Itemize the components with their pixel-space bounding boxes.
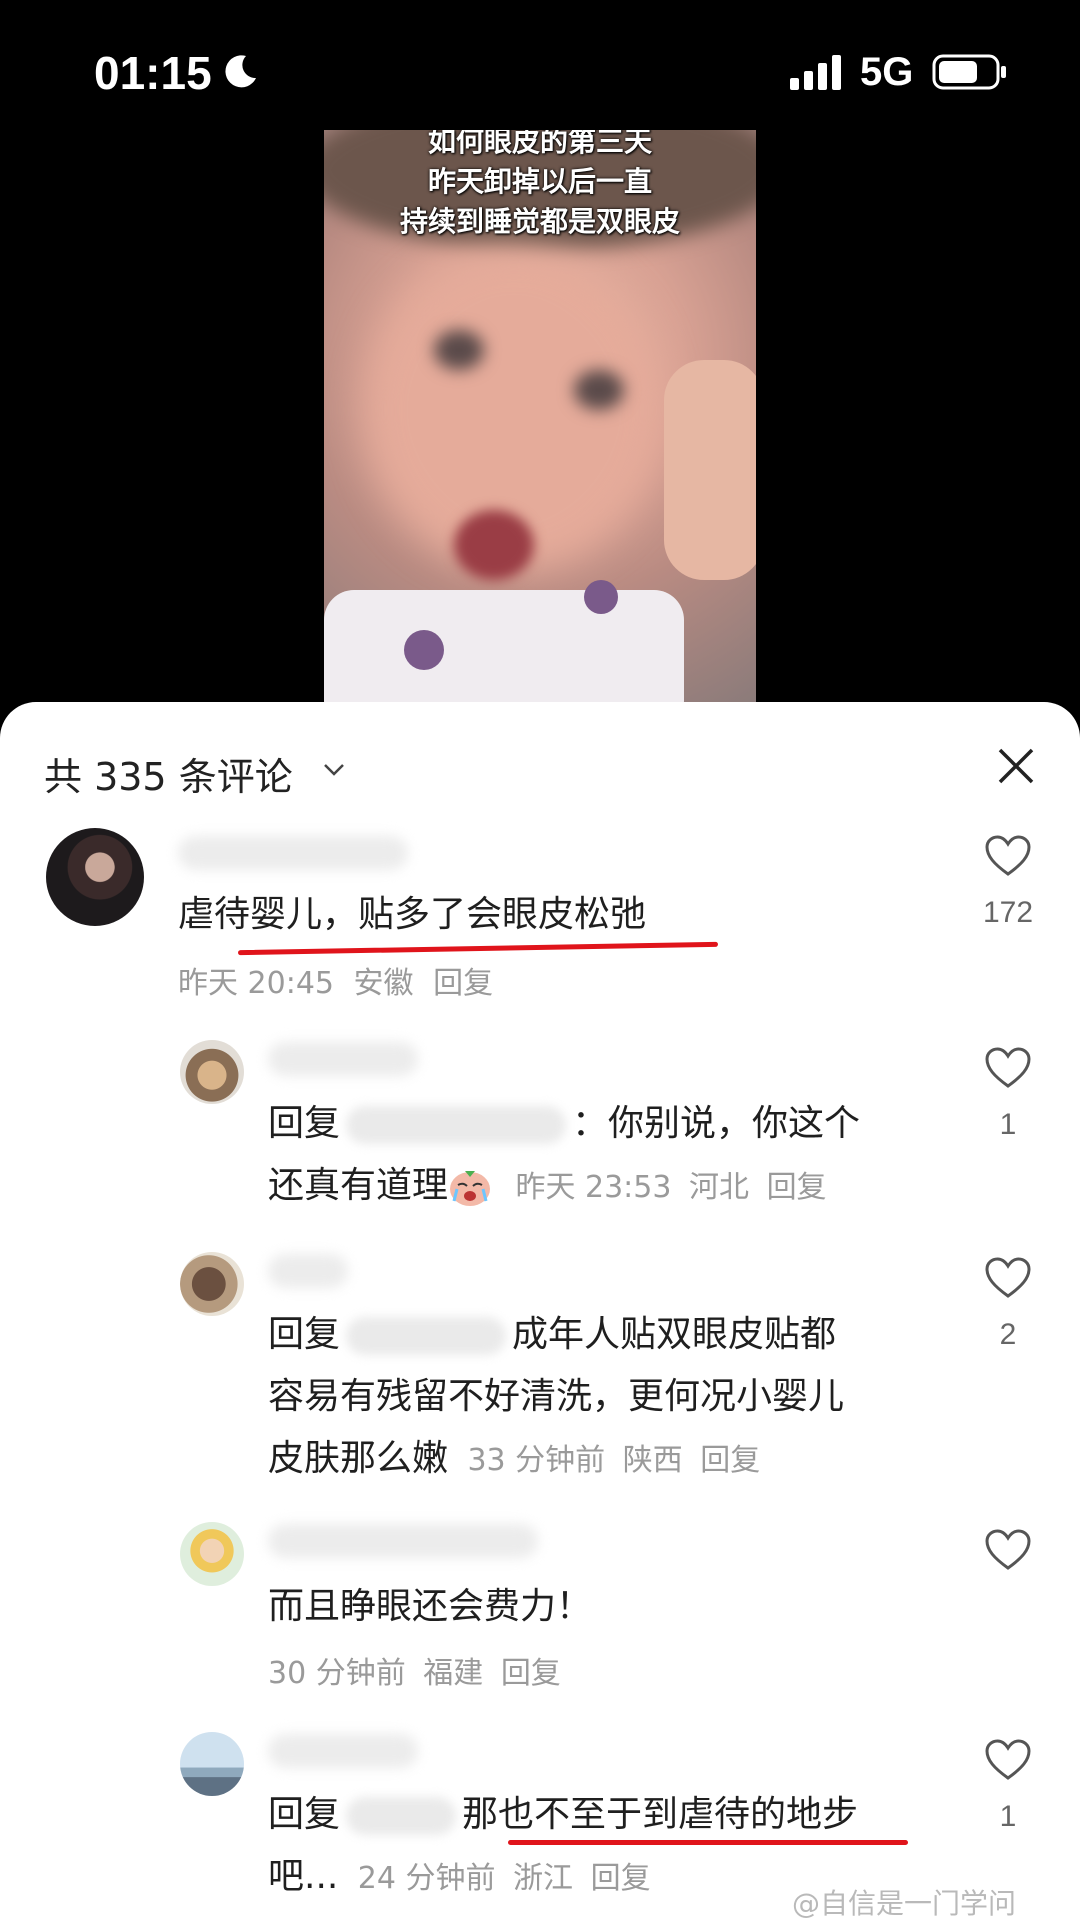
reply-prefix: 回复 bbox=[268, 1103, 341, 1144]
battery-icon bbox=[932, 54, 1006, 90]
reply-button[interactable]: 回复 bbox=[433, 966, 493, 1001]
comment-location: 浙江 bbox=[513, 1861, 574, 1896]
username-blurred[interactable] bbox=[268, 1042, 418, 1076]
video-caption-line: 持续到睡觉都是双眼皮 bbox=[399, 205, 680, 238]
like-count: 1 bbox=[999, 1800, 1017, 1833]
like-heart-icon[interactable] bbox=[984, 1046, 1032, 1090]
like-heart-icon[interactable] bbox=[984, 834, 1032, 878]
like-heart-icon[interactable] bbox=[984, 1738, 1032, 1782]
comment-text-line: 吧... bbox=[268, 1856, 339, 1897]
comment-location: 安徽 bbox=[353, 966, 414, 1001]
avatar[interactable] bbox=[180, 1522, 244, 1586]
comment-text: 还真有道理 昨天 23:53 河北 回复 bbox=[268, 1155, 827, 1219]
highlight-underline bbox=[508, 1840, 908, 1845]
watermark: @自信是一门学问 bbox=[792, 1887, 1017, 1920]
comment-text: 而且睁眼还会费力！ bbox=[268, 1586, 593, 1627]
comment-text-line: 皮肤那么嫩 bbox=[268, 1438, 449, 1479]
moon-icon bbox=[225, 55, 256, 88]
video-caption-line: 如何眼皮的第三天 bbox=[427, 130, 652, 158]
username-blurred[interactable] bbox=[178, 836, 408, 870]
like-heart-icon[interactable] bbox=[984, 1256, 1032, 1300]
reply-button[interactable]: 回复 bbox=[501, 1656, 561, 1691]
comment-text-line: 还真有道理 bbox=[268, 1165, 449, 1206]
comment-text-line: 成年人贴双眼皮贴都 bbox=[512, 1314, 837, 1355]
comment-time: 33 分钟前 bbox=[467, 1443, 606, 1478]
avatar[interactable] bbox=[180, 1040, 244, 1104]
video-caption-line: 昨天卸掉以后一直 bbox=[427, 165, 652, 198]
comment-text-line: 容易有残留不好清洗，更何况小婴儿 bbox=[268, 1376, 845, 1417]
reply-target-blurred[interactable] bbox=[346, 1797, 457, 1835]
comment-text-line: 那也不至于到虐待的地步 bbox=[462, 1794, 859, 1835]
reply-prefix: 回复 bbox=[268, 1314, 341, 1355]
username-blurred[interactable] bbox=[268, 1254, 348, 1288]
avatar[interactable] bbox=[180, 1732, 244, 1796]
network-type: 5G bbox=[860, 50, 914, 94]
comment-location: 福建 bbox=[423, 1656, 484, 1691]
reply-button[interactable]: 回复 bbox=[591, 1861, 651, 1896]
comment-time: 昨天 23:53 bbox=[515, 1170, 672, 1205]
comment-text: 虐待婴儿，贴多了会眼皮松弛 bbox=[178, 894, 647, 935]
comment-location: 河北 bbox=[689, 1170, 750, 1205]
close-icon[interactable] bbox=[994, 744, 1038, 788]
like-count: 172 bbox=[982, 896, 1034, 929]
video-player[interactable]: 如何眼皮的第三天 昨天卸掉以后一直 持续到睡觉都是双眼皮 bbox=[324, 130, 756, 702]
username-blurred[interactable] bbox=[268, 1524, 538, 1558]
crying-emoji-icon bbox=[450, 1171, 491, 1206]
comment-text: 回复 那也不至于到虐待的地步 bbox=[268, 1784, 858, 1846]
cellular-signal-icon bbox=[790, 55, 841, 90]
comment-time: 30 分钟前 bbox=[268, 1656, 406, 1691]
username-blurred[interactable] bbox=[268, 1734, 418, 1768]
comment-text: 吧... 24 分钟前 浙江 回复 bbox=[268, 1846, 651, 1910]
reply-button[interactable]: 回复 bbox=[700, 1443, 760, 1478]
comment-time: 昨天 20:45 bbox=[178, 966, 334, 1001]
reply-prefix: 回复 bbox=[268, 1794, 341, 1835]
chevron-down-icon[interactable] bbox=[322, 762, 346, 778]
comment-text: 皮肤那么嫩 33 分钟前 陕西 回复 bbox=[268, 1428, 760, 1492]
comment-location: 陕西 bbox=[622, 1443, 683, 1478]
like-heart-icon[interactable] bbox=[984, 1528, 1032, 1572]
like-count: 1 bbox=[999, 1108, 1017, 1141]
comment-text-line: ：你别说，你这个 bbox=[572, 1103, 861, 1144]
reply-button[interactable]: 回复 bbox=[767, 1170, 827, 1205]
like-count: 2 bbox=[999, 1318, 1017, 1351]
comment-meta: 昨天 20:45 安徽 回复 bbox=[178, 958, 493, 1002]
reply-target-blurred[interactable] bbox=[346, 1317, 507, 1355]
comment-text: 回复 成年人贴双眼皮贴都 bbox=[268, 1304, 836, 1366]
comment-meta: 30 分钟前 福建 回复 bbox=[268, 1648, 561, 1692]
avatar[interactable] bbox=[180, 1252, 244, 1316]
status-bar: 01:15 5G bbox=[0, 0, 1080, 140]
comment-text: 回复 ：你别说，你这个 bbox=[268, 1093, 860, 1155]
comment-time: 24 分钟前 bbox=[357, 1861, 496, 1896]
avatar[interactable] bbox=[46, 828, 144, 926]
status-time: 01:15 bbox=[94, 47, 212, 99]
reply-target-blurred[interactable] bbox=[346, 1106, 567, 1144]
comments-count-title[interactable]: 共 335 条评论 bbox=[44, 746, 293, 801]
